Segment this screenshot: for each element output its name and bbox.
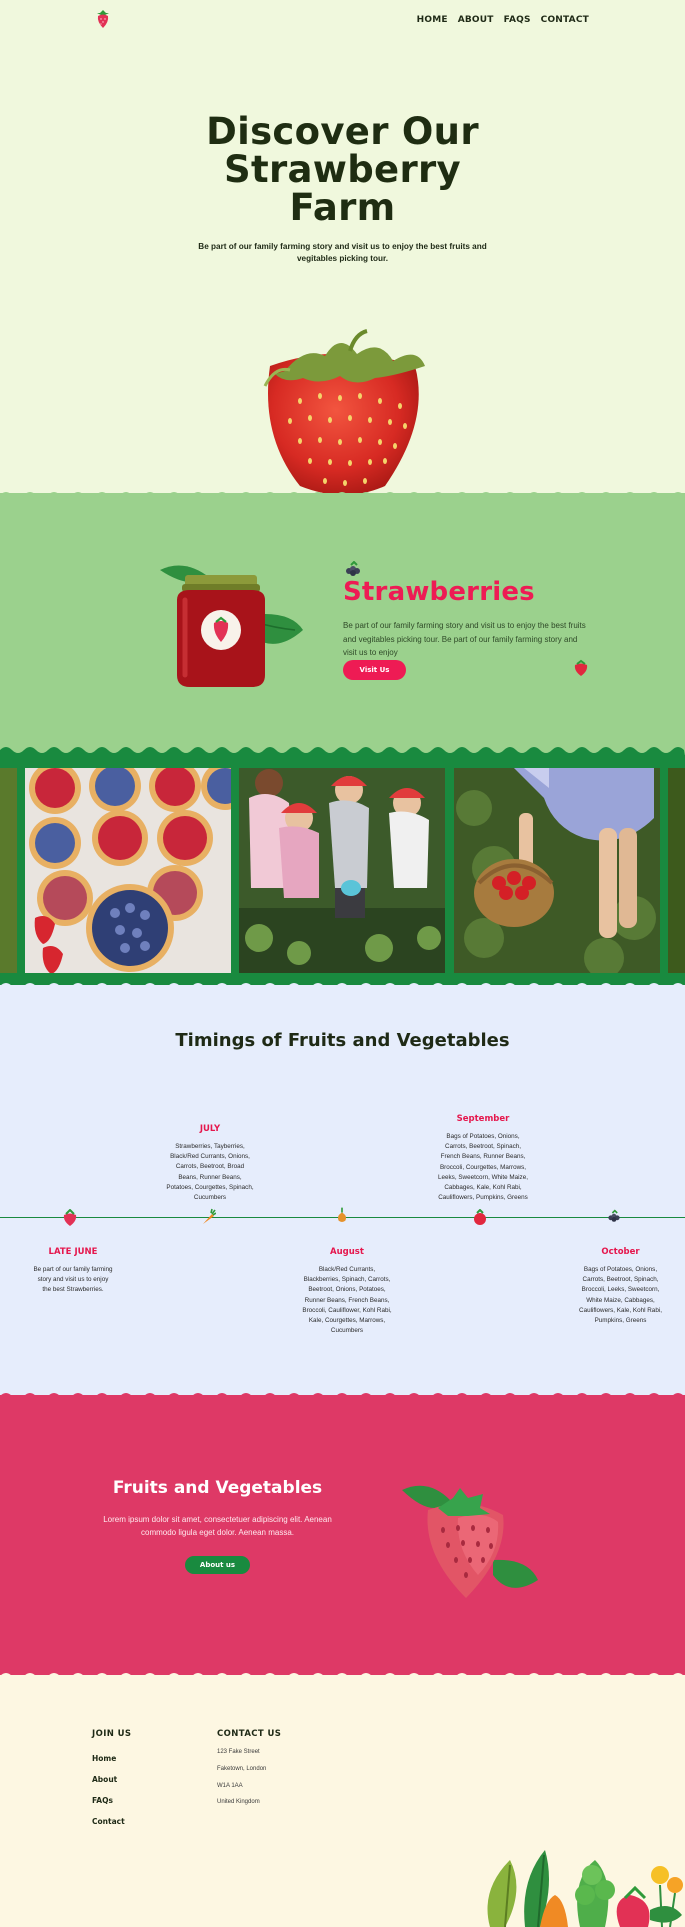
hero-strawberry-image [263, 329, 425, 495]
footer-link-home[interactable]: Home [92, 1754, 116, 1763]
month-august: August Black/Red Currants, Blackberries,… [302, 1247, 392, 1336]
strawberry-timeline-icon [63, 1209, 77, 1226]
hero-title-line1: Discover Our [206, 110, 479, 153]
month-name: LATE JUNE [48, 1247, 98, 1257]
gallery-photo-strawberry-basket[interactable] [454, 768, 660, 973]
address-line-1: 123 Fake Street [217, 1749, 260, 1755]
timings-title: Timings of Fruits and Vegetables [175, 1030, 510, 1051]
photo-gallery [0, 755, 685, 985]
month-name: August [330, 1247, 364, 1257]
gallery-edge-left [0, 768, 17, 973]
month-text: Bags of Potatoes, Onions, Carrots, Beetr… [438, 1133, 528, 1202]
blackberry-icon [346, 561, 360, 576]
month-october: October Bags of Potatoes, Onions, Carrot… [574, 1247, 667, 1326]
onion-timeline-icon [337, 1207, 347, 1222]
address-line-2: Faketown, London [217, 1766, 267, 1772]
strawberry-logo-icon[interactable] [96, 9, 110, 29]
month-text: Black/Red Currants, Blackberries, Spinac… [302, 1266, 392, 1335]
address-line-3: W1A 1AA [217, 1783, 243, 1789]
blackberry-timeline-icon [608, 1209, 620, 1222]
fruits-vegetables-text: Lorem ipsum dolor sit amet, consectetuer… [103, 1515, 332, 1537]
month-name: JULY [199, 1124, 221, 1134]
footer-link-faqs[interactable]: FAQs [92, 1796, 113, 1805]
address-line-4: United Kingdom [217, 1799, 260, 1805]
contact-us-heading: CONTACT US [217, 1729, 282, 1739]
hero-subtitle: Be part of our family farming story and … [198, 242, 487, 263]
wave-divider-footer-top [0, 1673, 685, 1682]
month-late-june: LATE JUNE Be part of our family farming … [33, 1247, 113, 1296]
nav-faqs[interactable]: FAQS [504, 15, 531, 25]
month-name: September [456, 1114, 510, 1124]
gallery-photo-tarts[interactable] [25, 768, 231, 973]
strawberries-title: Strawberries [343, 577, 535, 607]
strawberry-illustration [402, 1485, 538, 1598]
gallery-edge-right [668, 768, 685, 973]
raspberry-timeline-icon [474, 1209, 486, 1225]
carrot-timeline-icon [203, 1208, 216, 1224]
wave-divider-timings-top [0, 983, 685, 992]
wave-divider-top [0, 492, 685, 501]
month-text: Bags of Potatoes, Onions, Carrots, Beetr… [579, 1266, 662, 1325]
nav-contact[interactable]: CONTACT [541, 15, 589, 25]
nav-home[interactable]: HOME [417, 15, 448, 25]
strawberries-text: Be part of our family farming story and … [343, 621, 586, 657]
strawberry-small-icon [574, 659, 588, 676]
plants-illustration [487, 1850, 683, 1927]
visit-us-button[interactable]: Visit Us [343, 660, 406, 680]
nav-about[interactable]: ABOUT [458, 15, 494, 25]
footer-link-about[interactable]: About [92, 1775, 117, 1784]
join-us-heading: JOIN US [92, 1729, 132, 1739]
month-text: Strawberries, Tayberries, Black/Red Curr… [166, 1143, 254, 1202]
month-name: October [601, 1247, 640, 1257]
hero-title-line3: Farm [289, 186, 396, 229]
hero-title: Discover Our Strawberry Farm [0, 113, 685, 227]
fruits-vegetables-title: Fruits and Vegetables [112, 1478, 323, 1498]
main-nav: HOME ABOUT FAQS CONTACT [417, 15, 589, 25]
gallery-photo-children-picking[interactable] [239, 768, 445, 973]
month-july: JULY Strawberries, Tayberries, Black/Red… [166, 1124, 254, 1203]
wave-divider-gallery-top [0, 747, 685, 756]
footer-link-contact[interactable]: Contact [92, 1817, 125, 1826]
about-us-button[interactable]: About us [185, 1556, 250, 1574]
hero-title-line2: Strawberry [224, 148, 461, 191]
wave-divider-red-top [0, 1393, 685, 1402]
month-text: Be part of our family farming story and … [33, 1266, 113, 1294]
jam-jar-image [160, 565, 303, 687]
month-september: September Bags of Potatoes, Onions, Carr… [437, 1114, 529, 1203]
